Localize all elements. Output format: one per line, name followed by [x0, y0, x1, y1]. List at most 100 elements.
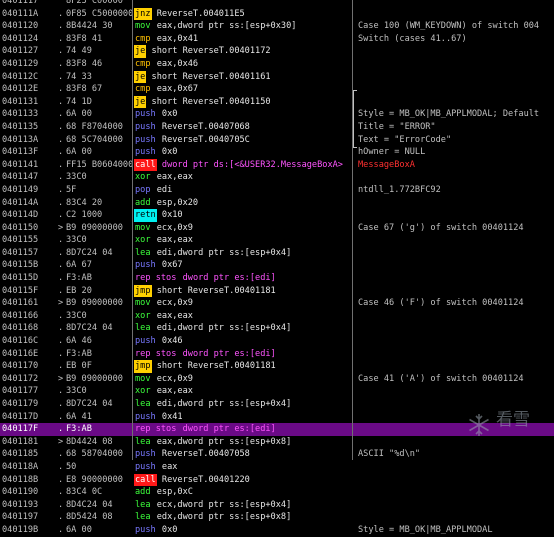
- jump-marker: .: [58, 499, 64, 510]
- address-cell: 040112E: [2, 84, 39, 95]
- disasm-row[interactable]: 040114A. 83C4 20 add esp,0x20: [0, 197, 554, 210]
- disasm-row[interactable]: 0401179. 8D7C24 04 lea edi,dword ptr ss:[e…: [0, 398, 554, 411]
- instruction-cell: push 0x41: [134, 411, 352, 424]
- jump-marker: .: [58, 96, 64, 107]
- disasm-row[interactable]: 040116E. F3:AB rep stos dword ptr es:[edi]: [0, 348, 554, 361]
- hex-dump-cell: 8F23 C00000: [66, 0, 123, 6]
- instruction-cell: add esp,0xC: [134, 486, 352, 499]
- disasm-row[interactable]: 040118B. E8 90000000 call ReverseT.0040122…: [0, 473, 554, 487]
- disasm-row[interactable]: 040116C. 6A 46 push 0x46: [0, 335, 554, 348]
- address-cell: 040114D: [2, 210, 39, 221]
- jump-marker: .: [58, 134, 64, 145]
- instruction-cell: je short ReverseT.00401172: [134, 45, 352, 58]
- jump-marker: .: [58, 323, 64, 334]
- operand: edx,dword ptr ss:[esp+0x8]: [156, 512, 292, 523]
- hex-dump-cell: B9 09000000: [66, 298, 123, 309]
- disasm-row[interactable]: 0401120. 8B4424 30 mov eax,dword ptr ss:[e…: [0, 20, 554, 33]
- hex-dump-cell: 8D7C24 04: [66, 399, 113, 409]
- disasm-row[interactable]: 0401168. 8D7C24 04 lea edi,dword ptr ss:[e…: [0, 322, 554, 335]
- disasm-row[interactable]: 0401147. 33C0 xor eax,eax: [0, 171, 554, 184]
- comment-cell: Case 41 ('A') of switch 00401124: [358, 373, 524, 384]
- disasm-row[interactable]: 0401172 > B9 09000000 mov ecx,0x9 Case 41 ('…: [0, 373, 554, 386]
- hex-dump-cell: 68 5C704000: [66, 134, 123, 145]
- operand: dword ptr es:[edi]: [182, 348, 276, 359]
- disasm-row[interactable]: 040119B. 6A 00 push 0x0 Style = MB_OK|MB_AP…: [0, 524, 554, 537]
- disasm-row[interactable]: 0401155. 33C0 xor eax,eax: [0, 234, 554, 247]
- disasm-row[interactable]: 0401117 8F23 C00000: [0, 0, 554, 8]
- jump-marker: .: [58, 121, 64, 132]
- disasm-row[interactable]: 0401197. 8D5424 08 lea edx,dword ptr ss:[e…: [0, 511, 554, 524]
- call-argument-bracket: [353, 90, 357, 148]
- instruction-cell: lea eax,dword ptr ss:[esp+0x8]: [134, 436, 352, 449]
- instruction-cell: xor eax,eax: [134, 234, 352, 247]
- hex-dump-cell: 33C0: [66, 386, 87, 397]
- instruction-cell: jnz ReverseT.004011E5: [134, 7, 352, 21]
- address-cell: 040116E: [2, 348, 39, 359]
- disasm-row[interactable]: 040115B. 6A 67 push 0x67: [0, 259, 554, 272]
- disasm-row[interactable]: 0401157. 8D7C24 04 lea edi,dword ptr ss:[e…: [0, 247, 554, 260]
- operand: short ReverseT.00401161: [151, 71, 271, 82]
- disasm-row[interactable]: 0401124. 83F8 41 cmp eax,0x41 Switch (cases…: [0, 33, 554, 46]
- operand: short ReverseT.00401172: [151, 46, 271, 57]
- address-cell: 0401185: [2, 449, 39, 460]
- disasm-row[interactable]: 0401127. 74 49 je short ReverseT.00401172: [0, 45, 554, 58]
- disassembly-listing[interactable]: 0401117 8F23 C00000 040111A. 0F85 C5000000 j…: [0, 0, 554, 537]
- address-cell: 0401161: [2, 298, 39, 309]
- jump-marker: .: [58, 386, 64, 397]
- disasm-row[interactable]: 0401135. 68 F8704000 push ReverseT.0040706…: [0, 121, 554, 134]
- disasm-row[interactable]: 040112C. 74 33 je short ReverseT.00401161: [0, 70, 554, 84]
- disasm-row[interactable]: 040112E. 83F8 67 cmp eax,0x67: [0, 83, 554, 96]
- jump-marker: .: [58, 273, 64, 284]
- hex-dump-cell: 6A 00: [66, 147, 92, 158]
- address-cell: 0401177: [2, 386, 39, 397]
- instruction-cell: xor eax,eax: [134, 310, 352, 323]
- column-divider-hex[interactable]: [132, 0, 133, 460]
- instruction-cell: retn 0x10: [134, 209, 352, 222]
- operand: eax,dword ptr ss:[esp+0x30]: [156, 21, 297, 32]
- instruction-cell: je short ReverseT.00401161: [134, 70, 352, 84]
- disasm-row[interactable]: 0401161 > B9 09000000 mov ecx,0x9 Case 46 ('…: [0, 297, 554, 310]
- instruction-cell: mov ecx,0x9: [134, 297, 352, 310]
- disasm-row[interactable]: 0401190. 83C4 0C add esp,0xC: [0, 486, 554, 499]
- instruction-cell: jmp short ReverseT.00401181: [134, 360, 352, 373]
- mnemonic: call: [134, 158, 157, 172]
- mnemonic: push: [135, 147, 156, 158]
- disasm-row[interactable]: 0401185. 68 58704000 push ReverseT.0040705…: [0, 448, 554, 461]
- disasm-row[interactable]: 0401170. EB 0F jmp short ReverseT.00401181: [0, 360, 554, 373]
- mnemonic: lea: [135, 323, 151, 334]
- address-cell: 040115F: [2, 285, 39, 296]
- disasm-row[interactable]: 040111A. 0F85 C5000000 jnz ReverseT.004011…: [0, 7, 554, 21]
- address-cell: 0401170: [2, 361, 39, 372]
- disasm-row[interactable]: 040114D. C2 1000 retn 0x10: [0, 209, 554, 222]
- address-cell: 0401193: [2, 499, 39, 510]
- operand: eax,0x41: [156, 33, 199, 44]
- disasm-row[interactable]: 0401133. 6A 00 push 0x0 Style = MB_OK|MB_AP…: [0, 108, 554, 121]
- operand: eax,0x46: [156, 58, 199, 69]
- disasm-row[interactable]: 040113A. 68 5C704000 push ReverseT.0040705…: [0, 134, 554, 147]
- operand: esp,0x20: [156, 197, 199, 208]
- hex-dump-cell: 33C0: [66, 235, 87, 246]
- disasm-row[interactable]: 0401129. 83F8 46 cmp eax,0x46: [0, 58, 554, 71]
- hex-dump-cell: 8B4424 30: [66, 21, 113, 32]
- disasm-row[interactable]: 0401193. 8D4C24 04 lea ecx,dword ptr ss:[e…: [0, 499, 554, 512]
- disasm-row[interactable]: 0401166. 33C0 xor eax,eax: [0, 310, 554, 323]
- column-divider-comment[interactable]: [352, 0, 353, 460]
- disasm-row[interactable]: 040115D. F3:AB rep stos dword ptr es:[edi]: [0, 272, 554, 285]
- disasm-row[interactable]: 0401141. FF15 B0604000 call dword ptr ds:[…: [0, 158, 554, 172]
- instruction-cell: xor eax,eax: [134, 171, 352, 184]
- disasm-row[interactable]: 040115F. EB 20 jmp short ReverseT.00401181: [0, 284, 554, 298]
- disasm-row[interactable]: 040118A. 50 push eax: [0, 461, 554, 474]
- operand: 0x10: [161, 210, 183, 221]
- disasm-row[interactable]: 0401150 > B9 09000000 mov ecx,0x9 Case 67 ('…: [0, 222, 554, 235]
- snowflake-icon: [469, 414, 489, 436]
- hex-dump-cell: EB 20: [66, 285, 92, 296]
- disasm-row[interactable]: 0401149. 5F pop edi ntdll_1.772BFC92: [0, 184, 554, 197]
- instruction-cell: cmp eax,0x67: [134, 83, 352, 96]
- address-cell: 0401181: [2, 436, 39, 447]
- comment-cell: Case 46 ('F') of switch 00401124: [358, 298, 524, 309]
- disasm-row[interactable]: 0401177. 33C0 xor eax,eax: [0, 385, 554, 398]
- disasm-row[interactable]: 040113F. 6A 00 push 0x0 hOwner = NULL: [0, 146, 554, 159]
- operand: eax,eax: [156, 235, 193, 246]
- mnemonic: push: [135, 411, 156, 422]
- disasm-row[interactable]: 0401131. 74 1D je short ReverseT.00401150: [0, 95, 554, 109]
